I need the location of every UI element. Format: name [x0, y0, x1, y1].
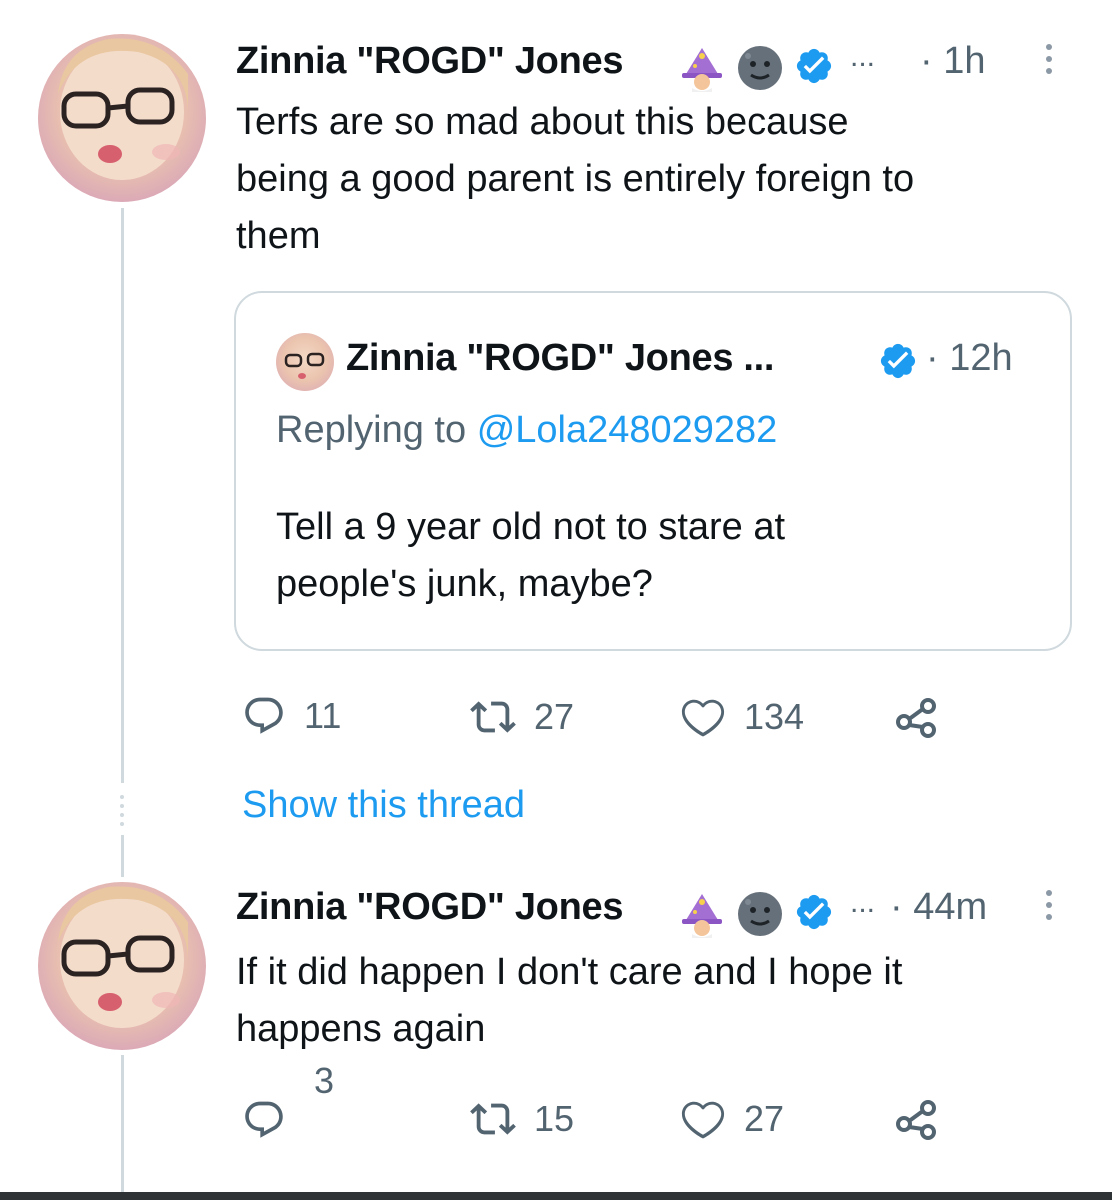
more-options-icon[interactable]: [1046, 44, 1052, 80]
moon-face-emoji-icon: [736, 44, 784, 97]
verified-badge-icon: [794, 892, 834, 937]
share-icon: [896, 698, 936, 738]
reply-button[interactable]: [242, 1098, 304, 1142]
share-button[interactable]: [892, 692, 958, 740]
thread-line-bottom: [121, 1055, 124, 1200]
like-icon: [681, 1101, 725, 1139]
wizard-emoji-icon: [678, 44, 726, 97]
name-truncation: ...: [850, 40, 876, 73]
quoted-text-line: people's junk, maybe?: [276, 563, 653, 605]
timestamp[interactable]: · 44m: [890, 886, 987, 929]
retweet-button[interactable]: 15: [470, 1096, 574, 1142]
tweet-text-line: being a good parent is entirely foreign …: [236, 158, 915, 200]
verified-badge-icon: [794, 46, 834, 91]
quoted-timestamp[interactable]: · 12h: [926, 337, 1013, 380]
tweet-text: Terfs are so mad about this because bein…: [236, 94, 1096, 265]
quoted-author-name[interactable]: Zinnia "ROGD" Jones ...: [346, 337, 775, 380]
replying-handle-link[interactable]: @Lola248029282: [477, 409, 778, 451]
reply-icon: [245, 697, 283, 734]
name-truncation: ...: [850, 886, 876, 919]
like-icon: [681, 699, 725, 737]
avatar-image: [58, 886, 188, 1028]
reply-icon: [245, 1101, 283, 1138]
reply-count: 11: [304, 695, 342, 736]
author-name[interactable]: Zinnia "ROGD" Jones: [236, 886, 623, 929]
like-button[interactable]: 134: [680, 694, 804, 740]
show-thread-link[interactable]: Show this thread: [242, 784, 525, 827]
like-button[interactable]: 27: [680, 1096, 784, 1142]
retweet-button[interactable]: 27: [470, 694, 574, 740]
quoted-tweet-card[interactable]: Zinnia "ROGD" Jones ... · 12h Replying t…: [234, 291, 1072, 651]
replying-prefix: Replying to: [276, 409, 467, 451]
moon-face-emoji-icon: [736, 890, 784, 943]
timestamp[interactable]: · 1h: [920, 40, 985, 83]
quoted-text-line: Tell a 9 year old not to stare at: [276, 506, 786, 548]
verified-badge-icon: [878, 341, 918, 386]
thread-line-top: [121, 208, 124, 783]
tweet-text-line: Terfs are so mad about this because: [236, 101, 849, 143]
tweet-text-line: If it did happen I don't care and I hope…: [236, 951, 903, 993]
avatar[interactable]: [38, 882, 206, 1050]
replying-to: Replying to @Lola248029282: [276, 409, 777, 452]
reply-button[interactable]: 11: [242, 694, 341, 738]
tweet-text: If it did happen I don't care and I hope…: [236, 944, 1096, 1058]
quoted-tweet-text: Tell a 9 year old not to stare at people…: [276, 499, 1036, 613]
retweet-count: 27: [534, 696, 575, 737]
show-thread-label: Show this thread: [242, 784, 526, 826]
avatar[interactable]: [38, 34, 206, 202]
thread-gap-dots: [116, 795, 128, 826]
avatar-image: [58, 38, 188, 180]
bottom-divider: [0, 1192, 1112, 1200]
share-icon: [896, 1100, 936, 1140]
reply-count: 3: [314, 1060, 335, 1101]
wizard-emoji-icon: [678, 890, 726, 943]
share-button[interactable]: [892, 1094, 958, 1142]
like-count: 134: [744, 696, 805, 737]
thread-line-middle: [121, 835, 124, 877]
author-name[interactable]: Zinnia "ROGD" Jones: [236, 40, 623, 83]
retweet-icon: [470, 701, 516, 733]
more-options-icon[interactable]: [1046, 890, 1052, 926]
tweet-text-line: them: [236, 215, 321, 257]
retweet-count: 15: [534, 1098, 575, 1139]
quoted-avatar: [276, 333, 334, 391]
retweet-icon: [470, 1103, 516, 1135]
tweet-text-line: happens again: [236, 1008, 486, 1050]
like-count: 27: [744, 1098, 785, 1139]
